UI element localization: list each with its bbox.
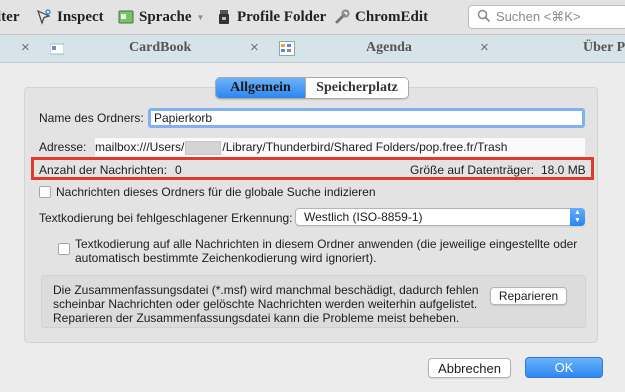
address-field: mailbox:///Users/ /Library/Thunderbird/Sh… [95, 138, 585, 157]
encoding-select-value: Westlich (ISO-8859-1) [304, 210, 423, 224]
ok-button[interactable]: OK [525, 357, 603, 378]
repair-text-line1: Die Zusammenfassungsdatei (*.msf) wird m… [53, 283, 479, 297]
cancel-button[interactable]: Abbrechen [428, 358, 511, 378]
message-count-label: Anzahl der Nachrichten: [39, 163, 168, 177]
disk-size-value: 18.0 MB [541, 163, 586, 177]
tab-general[interactable]: Allgemein [216, 78, 305, 98]
encoding-select[interactable]: Westlich (ISO-8859-1) ▲ ▼ [295, 208, 585, 226]
apply-encoding-label-line1[interactable]: Textkodierung auf alle Nachrichten in di… [75, 237, 577, 251]
toolbar-button-profile-folder[interactable]: Profile Folder [216, 7, 326, 27]
index-checkbox[interactable] [39, 186, 51, 198]
address-label: Adresse: [39, 140, 87, 154]
toolbar-button-label: Sprache [139, 8, 192, 25]
tab-bar [0, 35, 625, 63]
apply-encoding-checkbox[interactable] [58, 243, 70, 255]
toolbar-button-chromedit[interactable]: ChromEdit [334, 7, 428, 27]
toolbar-button-inspect[interactable]: Inspect [36, 7, 104, 27]
tab-about[interactable]: Über P [583, 40, 625, 56]
calendar-icon [279, 41, 295, 59]
tab-agenda[interactable]: Agenda [366, 40, 412, 56]
folder-name-label: Name des Ordners: [39, 111, 144, 125]
disk-size-label: Größe auf Datenträger: [410, 163, 535, 177]
language-icon [118, 9, 134, 25]
close-icon[interactable]: × [250, 39, 259, 56]
chevron-down-icon: ▼ [196, 12, 205, 22]
address-prefix: mailbox:///Users/ [95, 140, 185, 154]
toolbar-button-label: Profile Folder [237, 8, 327, 25]
toolbar-button-label: ChromEdit [355, 8, 429, 25]
apply-encoding-label-line2[interactable]: automatisch bestimmte Zeichenkodierung w… [75, 251, 376, 265]
folder-icon [216, 9, 232, 25]
folder-name-value: Papierkorb [154, 111, 213, 125]
search-placeholder: Suchen <⌘K> [496, 9, 581, 24]
redacted-username [185, 140, 222, 155]
folder-name-input[interactable]: Papierkorb [148, 108, 585, 128]
fallback-encoding-label: Textkodierung bei fehlgeschlagener Erken… [39, 211, 293, 225]
toolbar-button-label: Inspect [57, 8, 104, 25]
inspect-icon [36, 9, 52, 25]
tab-storage[interactable]: Speicherplatz [305, 78, 408, 98]
cardbook-tab-icon [49, 43, 65, 58]
toolbar-button-language[interactable]: Sprache ▼ [118, 7, 204, 27]
tab-cardbook[interactable]: CardBook [129, 40, 191, 56]
close-icon[interactable]: × [21, 39, 30, 56]
select-arrows-icon: ▲ ▼ [570, 208, 585, 226]
repair-text-line3: Reparieren der Zusammenfassungsdatei kan… [53, 311, 460, 325]
address-suffix: /Library/Thunderbird/Shared Folders/pop.… [222, 140, 508, 154]
index-checkbox-label[interactable]: Nachrichten dieses Ordners für die globa… [56, 185, 376, 199]
message-count-value: 0 [175, 163, 182, 177]
repair-button[interactable]: Reparieren [490, 287, 567, 305]
search-icon [477, 9, 490, 25]
wrench-icon [334, 9, 350, 25]
repair-text-line2: scheinbar Nachrichten oder gelöschte Nac… [53, 297, 478, 311]
toolbar-button-filter[interactable]: lter [0, 7, 19, 27]
toolbar-button-label: lter [0, 8, 20, 25]
tab-segment-control: Allgemein Speicherplatz [215, 77, 409, 99]
close-icon[interactable]: × [480, 39, 489, 56]
search-input[interactable]: Suchen <⌘K> [468, 5, 625, 29]
